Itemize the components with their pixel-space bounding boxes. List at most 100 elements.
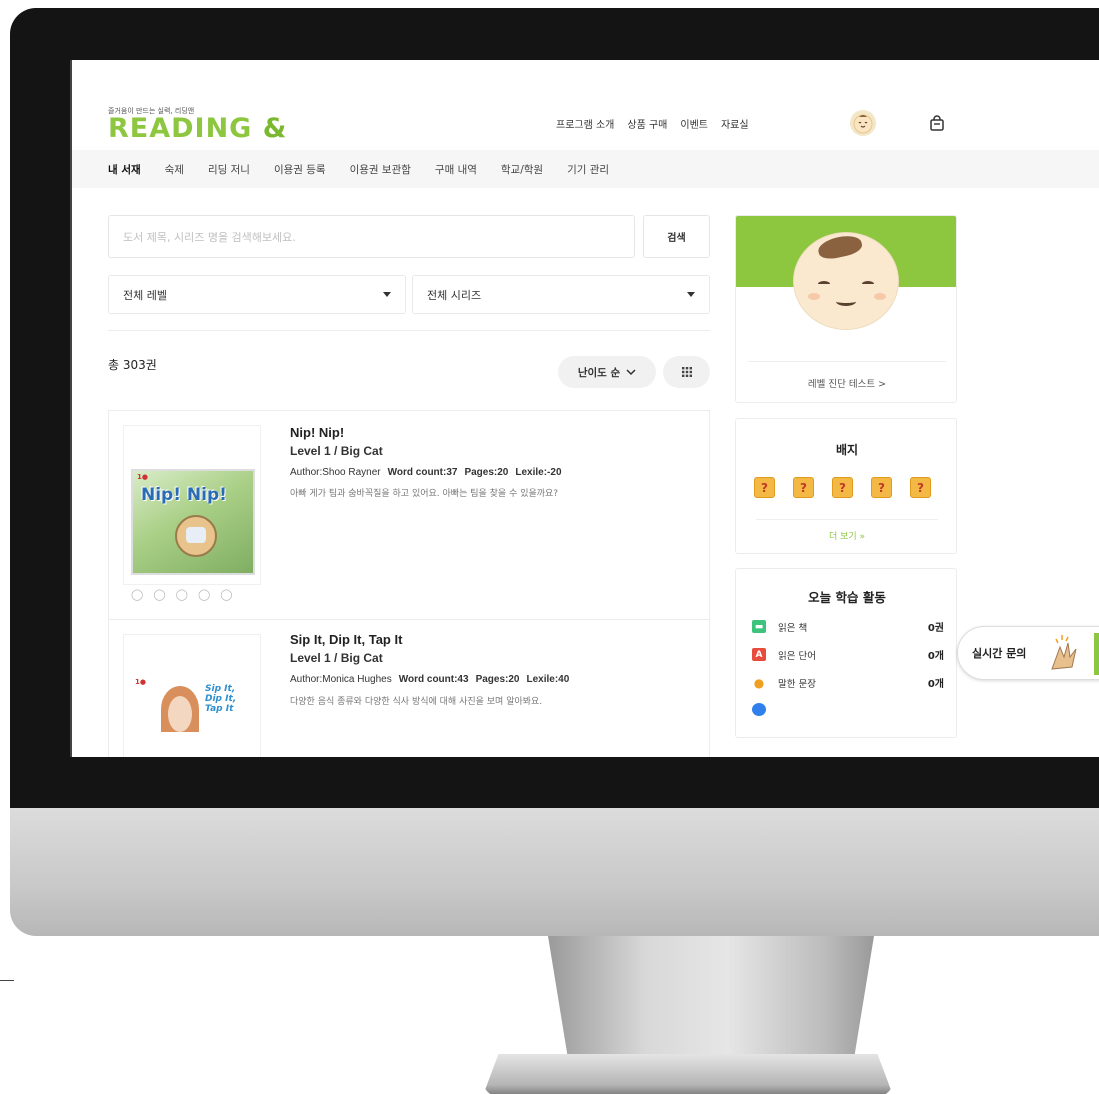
book-pages: Pages:20 xyxy=(475,674,520,685)
badge-title: 배지 xyxy=(835,443,859,457)
monitor-stand xyxy=(548,936,874,1056)
level-test-link[interactable]: 레벨 진단 테스트 > xyxy=(736,376,956,390)
book-lexile: Lexile:40 xyxy=(526,674,570,685)
series-select[interactable]: 전체 시리즈 xyxy=(412,275,710,314)
activity-title: 오늘 학습 활동 xyxy=(808,590,886,605)
book-word-count: Word count:37 xyxy=(387,467,458,478)
book-meta: Author:Shoo Rayner Word count:37 Pages:2… xyxy=(290,467,562,478)
activity-row-partial xyxy=(752,703,944,716)
subnav-pass-storage[interactable]: 이용권 보관함 xyxy=(350,162,411,177)
badge-locked-icon[interactable]: ? xyxy=(910,477,931,498)
logo[interactable]: READING & xyxy=(108,114,287,144)
live-chat-label: 실시간 문의 xyxy=(972,647,1027,660)
top-nav-event[interactable]: 이벤트 xyxy=(680,116,708,131)
caret-down-icon xyxy=(383,292,391,297)
activity-card: 오늘 학습 활동 ▬ 읽은 책 0권 A 읽은 단어 0개 ● 말한 문장 0개 xyxy=(735,568,957,738)
live-chat-button[interactable]: 실시간 문의 xyxy=(957,626,1099,680)
book-icon: ▬ xyxy=(752,620,766,633)
activity-label: 말한 문장 xyxy=(778,678,816,690)
sort-button[interactable]: 난이도 순 xyxy=(558,356,656,388)
book-title[interactable]: Nip! Nip! xyxy=(290,425,344,440)
series-select-value: 전체 시리즈 xyxy=(427,288,482,302)
top-nav: 프로그램 소개 상품 구매 이벤트 자료실 xyxy=(556,116,749,131)
book-lexile: Lexile:-20 xyxy=(515,467,562,478)
book-card[interactable]: 1● Sip It, Dip It, Tap It Sip It, Dip It… xyxy=(108,619,710,757)
badge-row: ? ? ? ? ? xyxy=(754,477,931,498)
subnav-device-management[interactable]: 기기 관리 xyxy=(567,162,609,177)
grid-icon xyxy=(681,367,692,377)
activity-label: 읽은 단어 xyxy=(778,650,816,662)
subnav-reading-journey[interactable]: 리딩 저니 xyxy=(208,162,250,177)
activity-row-words: A 읽은 단어 0개 xyxy=(752,647,944,662)
girl-photo-icon xyxy=(161,686,199,732)
book-meta: Author:Monica Hughes Word count:43 Pages… xyxy=(290,674,569,685)
monitor-base xyxy=(482,1054,894,1094)
divider xyxy=(748,361,946,362)
chat-accent-bar xyxy=(1094,633,1099,675)
book-level: Level 1 / Big Cat xyxy=(290,651,383,665)
badge-more-link[interactable]: 더 보기 » xyxy=(736,529,958,542)
microphone-icon: ● xyxy=(753,675,765,690)
screen: 즐거움이 만드는 실력, 리딩앤 READING & 프로그램 소개 상품 구매… xyxy=(72,60,1099,757)
profile-card: 레벨 진단 테스트 > xyxy=(735,215,957,403)
search-input[interactable]: 도서 제목, 시리즈 명을 검색해보세요. xyxy=(108,215,635,258)
baby-face-icon[interactable] xyxy=(850,110,876,136)
book-cover[interactable]: 1● Sip It, Dip It, Tap It xyxy=(131,676,255,732)
book-card[interactable]: 1● Nip! Nip! ◯ ◯ ◯ ◯ ◯ Nip! Nip! Level 1… xyxy=(108,410,710,620)
baby-face-icon xyxy=(793,232,899,330)
activity-row-books: ▬ 읽은 책 0권 xyxy=(752,619,944,634)
page-edge-mark: ​ xyxy=(0,962,14,981)
cover-level-badge-icon: 1● xyxy=(137,473,148,481)
speech-icon: ◯ xyxy=(197,588,211,601)
search-button[interactable]: 검색 xyxy=(643,215,710,258)
activity-label: 읽은 책 xyxy=(778,622,808,634)
badge-locked-icon[interactable]: ? xyxy=(754,477,775,498)
divider xyxy=(108,330,710,331)
badge-locked-icon[interactable]: ? xyxy=(793,477,814,498)
logo-amp: & xyxy=(262,113,288,144)
cover-title: Nip! Nip! xyxy=(141,485,227,505)
glasses-icon: ◯ xyxy=(131,588,144,601)
book-title[interactable]: Sip It, Dip It, Tap It xyxy=(290,632,402,647)
book-pages: Pages:20 xyxy=(464,467,509,478)
letter-a-icon: A xyxy=(752,648,766,661)
eye-icon: ◯ xyxy=(175,588,188,601)
subnav-register-pass[interactable]: 이용권 등록 xyxy=(274,162,326,177)
caret-down-icon xyxy=(687,292,695,297)
book-cover[interactable]: 1● Nip! Nip! xyxy=(131,469,255,575)
divider xyxy=(756,519,938,520)
book-word-count: Word count:43 xyxy=(398,674,469,685)
sub-nav: 내 서재 숙제 리딩 저니 이용권 등록 이용권 보관함 구매 내역 학교/학원… xyxy=(72,150,1099,188)
shopping-bag-icon[interactable] xyxy=(929,115,945,131)
activity-row-sentences: ● 말한 문장 0개 xyxy=(752,675,944,691)
waving-hand-icon xyxy=(1051,635,1077,670)
subnav-purchase-history[interactable]: 구매 내역 xyxy=(435,162,477,177)
top-nav-program[interactable]: 프로그램 소개 xyxy=(556,116,614,131)
book-description: 다양한 음식 종류와 다양한 식사 방식에 대해 사진을 보며 알아봐요. xyxy=(290,697,543,707)
crab-illustration-icon xyxy=(175,515,217,557)
subnav-my-library[interactable]: 내 서재 xyxy=(108,162,141,177)
badge-card: 배지 ? ? ? ? ? 더 보기 » xyxy=(735,418,957,554)
book-description: 아빠 게가 팀과 숨바꼭질을 하고 있어요. 아빠는 팀을 찾을 수 있을까요? xyxy=(290,489,559,499)
feature-icons: ◯ ◯ ◯ ◯ ◯ xyxy=(131,588,233,601)
book-author: Author:Shoo Rayner xyxy=(290,467,381,478)
subnav-homework[interactable]: 숙제 xyxy=(165,162,184,177)
badge-locked-icon[interactable]: ? xyxy=(832,477,853,498)
grid-view-button[interactable] xyxy=(663,356,710,388)
level-select[interactable]: 전체 레벨 xyxy=(108,275,406,314)
book-author: Author:Monica Hughes xyxy=(290,674,392,685)
chat-icon: ◯ xyxy=(220,588,233,601)
cover-title: Sip It, Dip It, Tap It xyxy=(205,684,237,714)
chevron-down-icon xyxy=(626,369,636,376)
clock-icon xyxy=(752,703,766,716)
top-nav-purchase[interactable]: 상품 구매 xyxy=(627,116,667,131)
badge-locked-icon[interactable]: ? xyxy=(871,477,892,498)
monitor-chin xyxy=(10,808,1099,936)
cover-level-badge-icon: 1● xyxy=(135,678,146,686)
top-nav-resources[interactable]: 자료실 xyxy=(721,116,749,131)
activity-value: 0권 xyxy=(927,623,944,634)
subnav-school-academy[interactable]: 학교/학원 xyxy=(501,162,543,177)
ear-icon: ◯ xyxy=(153,588,166,601)
book-level: Level 1 / Big Cat xyxy=(290,444,383,458)
activity-value: 0개 xyxy=(927,651,944,662)
